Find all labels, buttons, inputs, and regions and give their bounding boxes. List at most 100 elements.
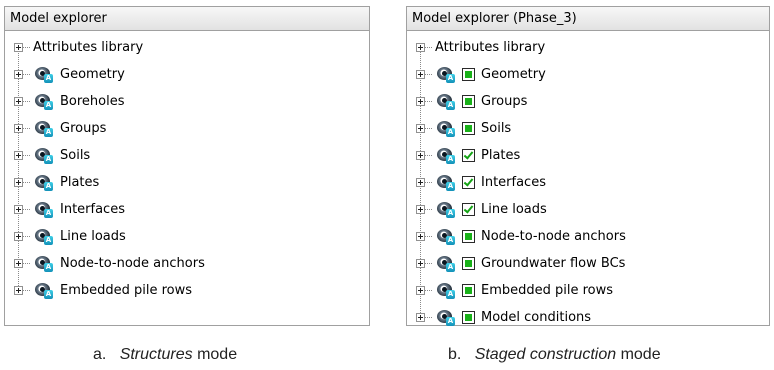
tree-item[interactable]: Attributes library bbox=[5, 34, 369, 61]
tree-item[interactable]: A Line loads bbox=[5, 223, 369, 250]
tree-item[interactable]: A Model conditions bbox=[407, 304, 769, 331]
tree-item[interactable]: A Groups bbox=[5, 115, 369, 142]
tree-item-label: Interfaces bbox=[481, 175, 546, 190]
eye-visibility-icon[interactable]: A bbox=[436, 120, 456, 137]
eye-visibility-icon[interactable]: A bbox=[34, 228, 54, 245]
tree-item[interactable]: A Boreholes bbox=[5, 88, 369, 115]
eye-visibility-icon[interactable]: A bbox=[34, 174, 54, 191]
eye-visibility-icon[interactable]: A bbox=[436, 66, 456, 83]
tree-item[interactable]: A Line loads bbox=[407, 196, 769, 223]
expand-plus-icon[interactable] bbox=[14, 97, 23, 106]
tree-item[interactable]: A Geometry bbox=[5, 61, 369, 88]
eye-visibility-icon[interactable]: A bbox=[34, 201, 54, 218]
tree-item[interactable]: A Node-to-node anchors bbox=[407, 223, 769, 250]
eye-visibility-icon[interactable]: A bbox=[34, 120, 54, 137]
active-checkbox-icon[interactable] bbox=[462, 203, 475, 216]
eye-visibility-icon[interactable]: A bbox=[436, 255, 456, 272]
caption-suffix: mode bbox=[197, 346, 238, 363]
expand-plus-icon[interactable] bbox=[416, 124, 425, 133]
tree-item[interactable]: A Soils bbox=[407, 115, 769, 142]
expand-plus-icon[interactable] bbox=[416, 286, 425, 295]
eye-visibility-icon[interactable]: A bbox=[34, 255, 54, 272]
eye-visibility-icon[interactable]: A bbox=[34, 147, 54, 164]
tree-item-label: Line loads bbox=[60, 229, 126, 244]
tree-branch-line bbox=[425, 155, 432, 156]
expand-plus-icon[interactable] bbox=[14, 205, 23, 214]
tree-item[interactable]: A Embedded pile rows bbox=[5, 277, 369, 304]
active-checkbox-icon[interactable] bbox=[462, 122, 475, 135]
expand-plus-icon[interactable] bbox=[14, 259, 23, 268]
expand-plus-icon[interactable] bbox=[416, 178, 425, 187]
tree-item[interactable]: A Interfaces bbox=[5, 196, 369, 223]
panel-title: Model explorer bbox=[5, 7, 369, 31]
expand-plus-icon[interactable] bbox=[14, 151, 23, 160]
expand-plus-icon[interactable] bbox=[416, 43, 425, 52]
tree-item[interactable]: A Groundwater flow BCs bbox=[407, 250, 769, 277]
model-explorer-tree: Attributes library A Geometry A Boreholes A Gr… bbox=[5, 31, 369, 304]
tree-branch-line bbox=[23, 101, 30, 102]
expand-plus-icon[interactable] bbox=[14, 124, 23, 133]
tree-item-label: Groups bbox=[481, 94, 528, 109]
tree-item-label: Geometry bbox=[481, 67, 546, 82]
tree-item-label: Attributes library bbox=[33, 40, 144, 55]
expand-plus-icon[interactable] bbox=[14, 70, 23, 79]
expand-plus-icon[interactable] bbox=[416, 151, 425, 160]
tree-item-label: Interfaces bbox=[60, 202, 125, 217]
tree-item[interactable]: A Interfaces bbox=[407, 169, 769, 196]
eye-visibility-icon[interactable]: A bbox=[436, 174, 456, 191]
caption-mode-name: Staged construction bbox=[474, 346, 617, 363]
eye-visibility-icon[interactable]: A bbox=[34, 93, 54, 110]
tree-item-label: Attributes library bbox=[435, 40, 546, 55]
expand-plus-icon[interactable] bbox=[416, 232, 425, 241]
expand-plus-icon[interactable] bbox=[14, 286, 23, 295]
expand-plus-icon[interactable] bbox=[416, 70, 425, 79]
tree-item-label: Plates bbox=[60, 175, 100, 190]
eye-visibility-icon[interactable]: A bbox=[436, 201, 456, 218]
caption-structures-mode: a. Structures mode bbox=[93, 346, 237, 364]
tree-item[interactable]: A Plates bbox=[407, 142, 769, 169]
panel-title: Model explorer (Phase_3) bbox=[407, 7, 769, 31]
caption-prefix: a. bbox=[93, 346, 107, 363]
tree-item[interactable]: A Geometry bbox=[407, 61, 769, 88]
expand-plus-icon[interactable] bbox=[416, 97, 425, 106]
expand-plus-icon[interactable] bbox=[416, 205, 425, 214]
tree-item[interactable]: Attributes library bbox=[407, 34, 769, 61]
tree-item-label: Boreholes bbox=[60, 94, 125, 109]
active-checkbox-icon[interactable] bbox=[462, 95, 475, 108]
active-checkbox-icon[interactable] bbox=[462, 176, 475, 189]
tree-item[interactable]: A Soils bbox=[5, 142, 369, 169]
tree-item[interactable]: A Embedded pile rows bbox=[407, 277, 769, 304]
caption-mode-name: Structures bbox=[119, 346, 193, 363]
expand-plus-icon[interactable] bbox=[14, 232, 23, 241]
eye-visibility-icon[interactable]: A bbox=[436, 309, 456, 326]
eye-visibility-icon[interactable]: A bbox=[34, 282, 54, 299]
tree-item-label: Node-to-node anchors bbox=[60, 256, 205, 271]
tree-item[interactable]: A Plates bbox=[5, 169, 369, 196]
tree-item-label: Line loads bbox=[481, 202, 547, 217]
active-checkbox-icon[interactable] bbox=[462, 68, 475, 81]
tree-item[interactable]: A Node-to-node anchors bbox=[5, 250, 369, 277]
expand-plus-icon[interactable] bbox=[14, 178, 23, 187]
model-explorer-panel-staged: Model explorer (Phase_3) Attributes libr… bbox=[406, 6, 770, 326]
eye-visibility-icon[interactable]: A bbox=[436, 147, 456, 164]
tree-branch-line bbox=[425, 128, 432, 129]
tree-branch-line bbox=[425, 290, 432, 291]
eye-visibility-icon[interactable]: A bbox=[436, 228, 456, 245]
active-checkbox-icon[interactable] bbox=[462, 284, 475, 297]
eye-visibility-icon[interactable]: A bbox=[436, 93, 456, 110]
active-checkbox-icon[interactable] bbox=[462, 230, 475, 243]
active-checkbox-icon[interactable] bbox=[462, 149, 475, 162]
tree-item-label: Embedded pile rows bbox=[60, 283, 193, 298]
expand-plus-icon[interactable] bbox=[14, 43, 23, 52]
tree-branch-line bbox=[425, 236, 432, 237]
tree-branch-line bbox=[23, 236, 30, 237]
tree-item-label: Groundwater flow BCs bbox=[481, 256, 626, 271]
expand-plus-icon[interactable] bbox=[416, 313, 425, 322]
expand-plus-icon[interactable] bbox=[416, 259, 425, 268]
tree-item[interactable]: A Groups bbox=[407, 88, 769, 115]
eye-visibility-icon[interactable]: A bbox=[34, 66, 54, 83]
tree-item-label: Groups bbox=[60, 121, 107, 136]
eye-visibility-icon[interactable]: A bbox=[436, 282, 456, 299]
active-checkbox-icon[interactable] bbox=[462, 311, 475, 324]
active-checkbox-icon[interactable] bbox=[462, 257, 475, 270]
